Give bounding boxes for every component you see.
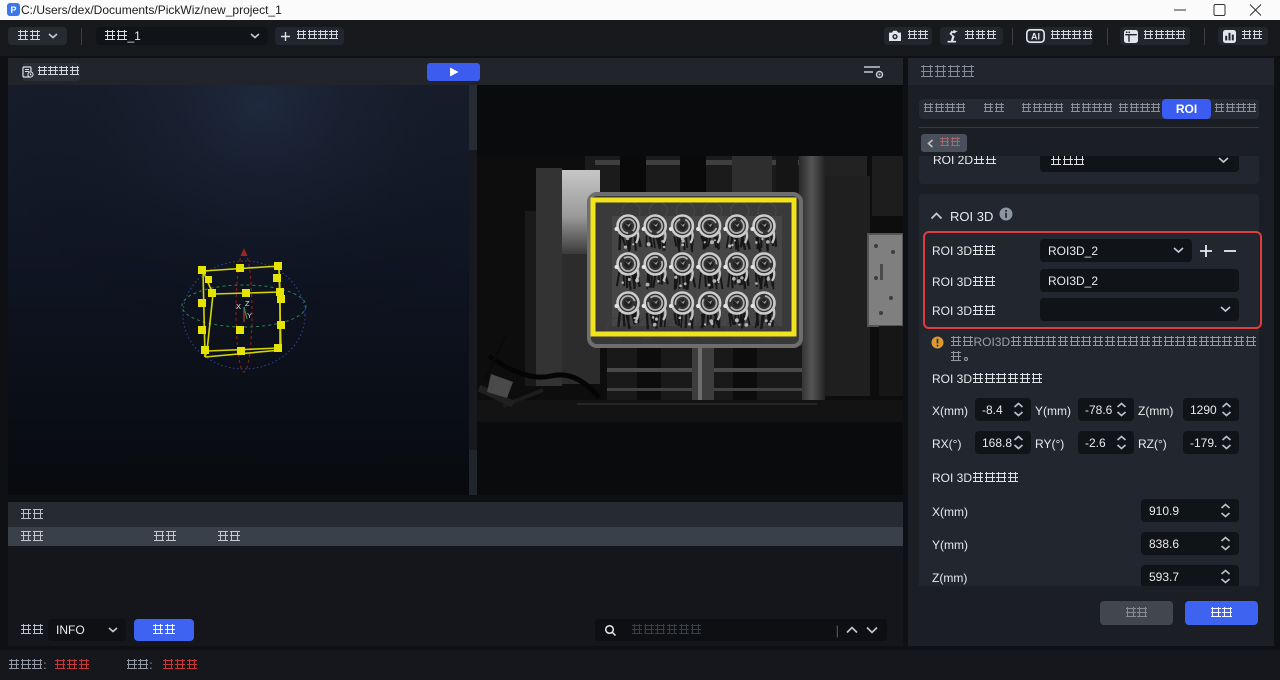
svg-text:AI: AI — [1031, 31, 1040, 41]
svg-text:Z: Z — [245, 299, 250, 308]
svg-text:X: X — [236, 302, 241, 311]
svg-text:P: P — [10, 5, 16, 15]
svg-text:Y: Y — [247, 311, 252, 320]
